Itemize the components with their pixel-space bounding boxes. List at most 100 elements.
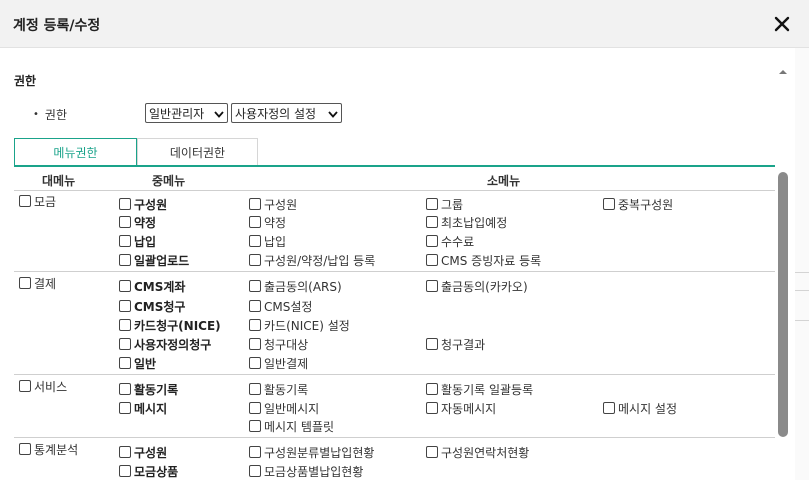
sub-menu-checkbox[interactable]: 청구결과	[426, 335, 485, 353]
checkbox[interactable]	[426, 254, 438, 266]
tab-data-permission[interactable]: 데이터권한	[137, 138, 258, 166]
checkbox[interactable]	[119, 383, 131, 395]
checkbox[interactable]	[249, 383, 261, 395]
checkbox[interactable]	[19, 195, 31, 207]
sub-menu-checkbox[interactable]: 구성원/약정/납입 등록	[249, 251, 375, 269]
checkbox[interactable]	[426, 216, 438, 228]
scroll-up-arrow-icon[interactable]	[777, 66, 789, 78]
mid-menu-checkbox[interactable]: 일반	[119, 354, 156, 372]
checkbox[interactable]	[249, 235, 261, 247]
mid-menu-checkbox[interactable]: CMS계좌	[119, 277, 185, 295]
chevron-down-icon	[214, 111, 224, 118]
checkbox[interactable]	[249, 338, 261, 350]
sub-menu-checkbox[interactable]: 모금상품별납입현황	[249, 462, 363, 480]
sub-menu-checkbox[interactable]: 납입	[249, 232, 286, 250]
checkbox[interactable]	[426, 446, 438, 458]
sub-menu-checkbox[interactable]: 활동기록 일괄등록	[426, 380, 533, 398]
permission-select[interactable]: 사용자정의 설정	[231, 103, 342, 123]
close-icon[interactable]	[771, 13, 793, 35]
tab-menu-permission[interactable]: 메뉴권한	[14, 138, 137, 166]
main-menu-checkbox[interactable]: 결제	[19, 274, 56, 292]
role-select[interactable]: 일반관리자	[145, 103, 228, 123]
side-divider	[795, 320, 809, 321]
sub-menu-checkbox[interactable]: 일반결제	[249, 354, 308, 372]
sub-menu-checkbox[interactable]: 자동메시지	[426, 399, 496, 417]
sub-menu-checkbox[interactable]: 약정	[249, 213, 286, 231]
dialog-title: 계정 등록/수정	[13, 18, 101, 34]
checkbox[interactable]	[119, 446, 131, 458]
checkbox[interactable]	[249, 216, 261, 228]
checkbox[interactable]	[249, 446, 261, 458]
checkbox[interactable]	[603, 402, 615, 414]
main-menu-checkbox[interactable]: 서비스	[19, 377, 67, 395]
main-menu-checkbox[interactable]: 통계분석	[19, 440, 78, 458]
sub-menu-checkbox[interactable]: 구성원연락처현황	[426, 443, 529, 461]
checkbox[interactable]	[603, 198, 615, 210]
scrollbar-thumb[interactable]	[778, 172, 788, 437]
checkbox[interactable]	[426, 198, 438, 210]
sub-menu-checkbox[interactable]: CMS설정	[249, 297, 312, 315]
checkbox[interactable]	[119, 319, 131, 331]
mid-menu-checkbox[interactable]: 모금상품	[119, 462, 178, 480]
checkbox[interactable]	[119, 280, 131, 292]
checkbox[interactable]	[426, 235, 438, 247]
sub-menu-checkbox[interactable]: 카드(NICE) 설정	[249, 316, 350, 334]
mid-menu-checkbox[interactable]: 구성원	[119, 443, 167, 461]
checkbox[interactable]	[249, 357, 261, 369]
checkbox[interactable]	[426, 402, 438, 414]
sub-menu-checkbox[interactable]: 구성원	[249, 195, 297, 213]
sub-menu-checkbox[interactable]: 메시지 설정	[603, 399, 677, 417]
checkbox[interactable]	[249, 402, 261, 414]
sub-menu-checkbox[interactable]: CMS 증빙자료 등록	[426, 251, 541, 269]
header-sub-menu: 소메뉴	[487, 174, 521, 188]
checkbox[interactable]	[119, 465, 131, 477]
checkbox[interactable]	[249, 300, 261, 312]
checkbox[interactable]	[19, 380, 31, 392]
checkbox[interactable]	[249, 319, 261, 331]
checkbox[interactable]	[249, 420, 261, 432]
sub-menu-checkbox[interactable]: 그룹	[426, 195, 463, 213]
header-main-menu: 대메뉴	[42, 174, 76, 188]
checkbox[interactable]	[119, 402, 131, 414]
mid-menu-checkbox[interactable]: 메시지	[119, 399, 167, 417]
group-divider	[14, 271, 775, 272]
chevron-down-icon	[328, 111, 338, 118]
sub-menu-checkbox[interactable]: 구성원분류별납입현황	[249, 443, 374, 461]
sub-menu-checkbox[interactable]: 출금동의(ARS)	[249, 277, 342, 295]
checkbox[interactable]	[19, 277, 31, 289]
checkbox[interactable]	[249, 465, 261, 477]
mid-menu-checkbox[interactable]: CMS청구	[119, 297, 185, 315]
checkbox[interactable]	[249, 254, 261, 266]
checkbox[interactable]	[426, 383, 438, 395]
checkbox[interactable]	[119, 357, 131, 369]
sub-menu-checkbox[interactable]: 수수료	[426, 232, 474, 250]
sub-menu-checkbox[interactable]: 최초납입예정	[426, 213, 507, 231]
sub-menu-checkbox[interactable]: 중복구성원	[603, 195, 673, 213]
checkbox[interactable]	[119, 338, 131, 350]
sub-menu-checkbox[interactable]: 청구대상	[249, 335, 308, 353]
mid-menu-checkbox[interactable]: 활동기록	[119, 380, 178, 398]
main-menu-checkbox[interactable]: 모금	[19, 192, 56, 210]
mid-menu-checkbox[interactable]: 일괄업로드	[119, 251, 189, 269]
checkbox[interactable]	[119, 198, 131, 210]
mid-menu-checkbox[interactable]: 약정	[119, 213, 156, 231]
permission-label: 권한	[44, 107, 67, 122]
checkbox[interactable]	[119, 300, 131, 312]
sub-menu-checkbox[interactable]: 출금동의(카카오)	[426, 277, 528, 295]
sub-menu-checkbox[interactable]: 메시지 템플릿	[249, 417, 334, 435]
mid-menu-checkbox[interactable]: 카드청구(NICE)	[119, 316, 221, 334]
checkbox[interactable]	[249, 198, 261, 210]
mid-menu-checkbox[interactable]: 사용자정의청구	[119, 335, 211, 353]
mid-menu-checkbox[interactable]: 납입	[119, 232, 156, 250]
checkbox[interactable]	[426, 338, 438, 350]
sub-menu-checkbox[interactable]: 활동기록	[249, 380, 308, 398]
checkbox[interactable]	[249, 280, 261, 292]
side-divider	[795, 290, 809, 291]
sub-menu-checkbox[interactable]: 일반메시지	[249, 399, 319, 417]
checkbox[interactable]	[119, 235, 131, 247]
mid-menu-checkbox[interactable]: 구성원	[119, 195, 167, 213]
checkbox[interactable]	[426, 280, 438, 292]
checkbox[interactable]	[119, 254, 131, 266]
checkbox[interactable]	[119, 216, 131, 228]
checkbox[interactable]	[19, 443, 31, 455]
